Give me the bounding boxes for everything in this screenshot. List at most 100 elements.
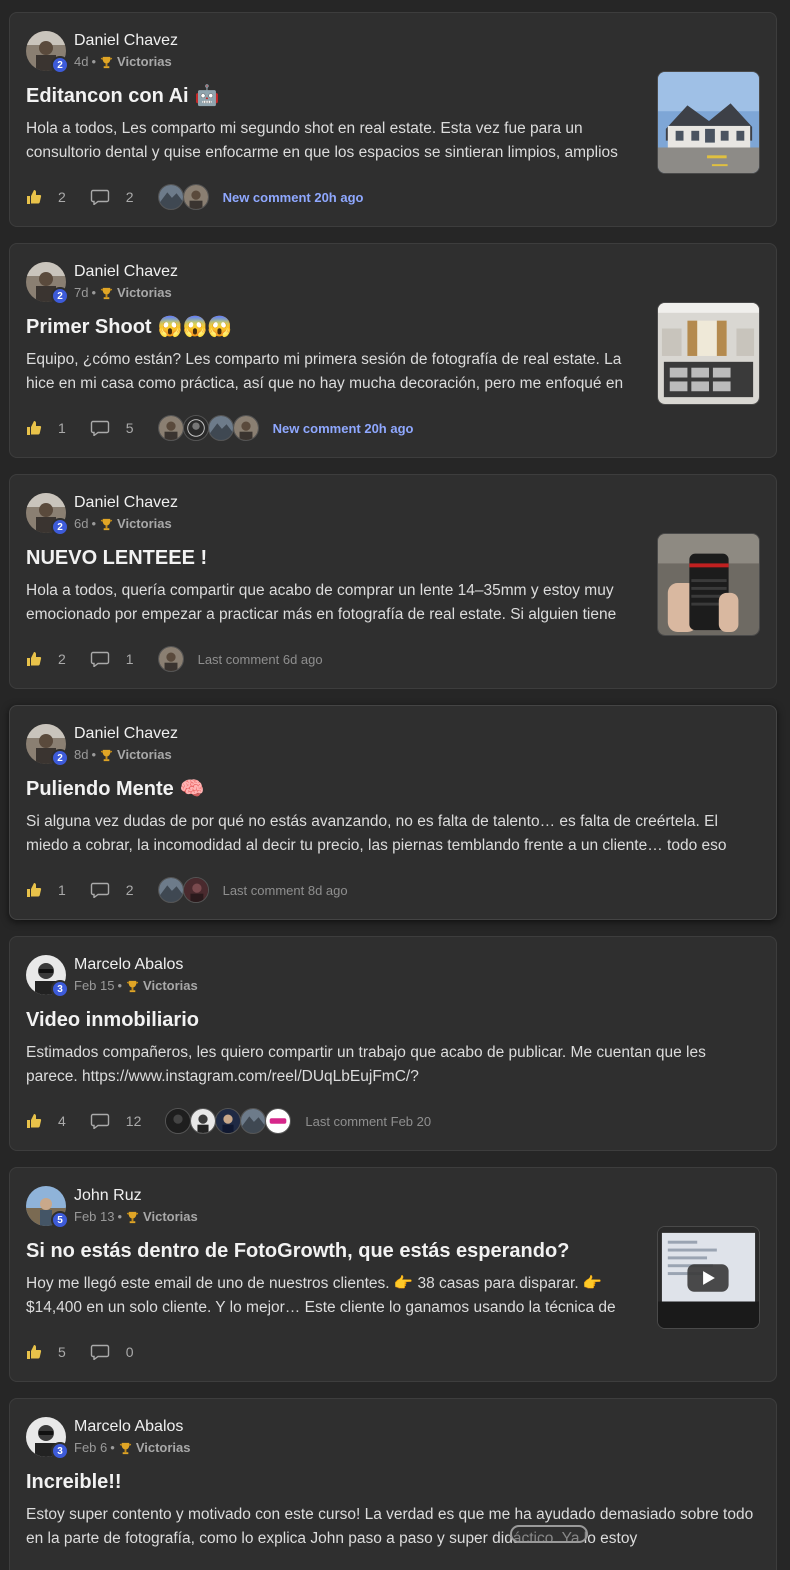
post-thumbnail-kitchen-interior[interactable]: [657, 302, 760, 405]
post-category[interactable]: Victorias: [136, 1440, 191, 1456]
commenter-avatar: [232, 415, 259, 441]
post-category[interactable]: Victorias: [143, 1209, 198, 1225]
post-age: 7d: [74, 285, 89, 300]
author-avatar[interactable]: 2: [26, 724, 69, 767]
post-title[interactable]: Puliendo Mente 🧠: [26, 777, 760, 801]
post-card[interactable]: 2 Daniel Chavez 4d • Victorias Editancon …: [9, 12, 777, 227]
commenter-avatar: [240, 1108, 267, 1134]
comment-count: 12: [125, 1113, 142, 1129]
post-card[interactable]: 3 Marcelo Abalos Feb 15 • Victorias Video…: [9, 936, 777, 1151]
post-age: Feb 6: [74, 1440, 108, 1455]
commenter-avatar: [157, 877, 184, 903]
post-meta: 7d • Victorias: [74, 285, 172, 301]
post-age: 4d: [74, 54, 89, 69]
post-footer: 5 0: [26, 1338, 158, 1366]
comment-count: 1: [125, 651, 134, 667]
commenter-avatar: [157, 646, 184, 672]
post-excerpt: Hola a todos, quería compartir que acabo…: [26, 582, 617, 623]
post-title[interactable]: Increible!!: [26, 1470, 760, 1494]
commenter-avatar: [165, 1108, 192, 1134]
scroll-indicator[interactable]: [510, 1525, 588, 1543]
like-button[interactable]: 1: [26, 420, 66, 436]
post-card[interactable]: 2 Daniel Chavez 8d • Victorias Puliendo M…: [9, 705, 777, 920]
post-footer: 1 2 Last comment 8d ago: [26, 876, 348, 904]
title-emoji: 😱😱😱: [157, 316, 233, 338]
thumbs-up-icon: [27, 1114, 42, 1128]
post-title-text: NUEVO LENTEEE !: [26, 547, 208, 569]
last-activity: Last comment Feb 20: [305, 1113, 432, 1129]
commenter-avatars[interactable]: [157, 877, 209, 903]
author-name[interactable]: Marcelo Abalos: [74, 956, 198, 974]
post-card[interactable]: 5 John Ruz Feb 13 • Victorias Si no estás…: [9, 1167, 777, 1382]
post-title[interactable]: Si no estás dentro de FotoGrowth, que es…: [26, 1239, 760, 1263]
author-name[interactable]: Daniel Chavez: [74, 725, 178, 743]
like-button[interactable]: 4: [26, 1113, 66, 1129]
like-button[interactable]: 2: [26, 189, 66, 205]
thumbs-up-icon: [27, 883, 42, 897]
post-title[interactable]: Video inmobiliario: [26, 1008, 760, 1032]
post-title[interactable]: Primer Shoot 😱😱😱: [26, 315, 760, 339]
like-count: 5: [58, 1344, 66, 1360]
post-title-text: Puliendo Mente: [26, 778, 174, 800]
last-activity: Last comment 8d ago: [222, 882, 348, 898]
post-footer: 2 2 New comment 20h ago: [26, 183, 363, 211]
author-name[interactable]: Daniel Chavez: [74, 32, 178, 50]
level-badge: 2: [51, 56, 69, 74]
like-button[interactable]: 5: [26, 1344, 66, 1360]
comment-count: 2: [125, 189, 134, 205]
post-category[interactable]: Victorias: [117, 516, 172, 532]
like-count: 2: [58, 651, 66, 667]
commenter-avatars[interactable]: [157, 646, 184, 672]
post-title[interactable]: Editancon con Ai 🤖: [26, 84, 760, 108]
post-title-text: Primer Shoot: [26, 316, 152, 338]
post-category[interactable]: Victorias: [143, 978, 198, 994]
commenter-avatars[interactable]: [157, 184, 209, 210]
commenter-avatar: [157, 184, 184, 210]
like-count: 1: [58, 882, 66, 898]
comment-bubble-icon: [90, 651, 109, 667]
comment-button[interactable]: 2: [90, 189, 134, 205]
like-button[interactable]: 1: [26, 882, 66, 898]
comment-bubble-icon: [90, 1113, 109, 1129]
level-badge: 5: [51, 1211, 69, 1229]
post-thumbnail-video-laptop[interactable]: [657, 1226, 760, 1329]
commenter-avatar: [182, 415, 209, 441]
post-meta: 4d • Victorias: [74, 54, 172, 70]
comment-button[interactable]: 1: [90, 651, 134, 667]
commenter-avatars[interactable]: [157, 415, 259, 441]
author-avatar[interactable]: 2: [26, 493, 69, 536]
author-avatar[interactable]: 3: [26, 1417, 69, 1460]
comment-bubble-icon: [90, 420, 109, 436]
post-meta: Feb 13 • Victorias: [74, 1209, 198, 1225]
commenter-avatars[interactable]: [165, 1108, 292, 1134]
level-badge: 3: [51, 1442, 69, 1460]
post-card[interactable]: 3 Marcelo Abalos Feb 6 • Victorias Increi…: [9, 1398, 777, 1570]
post-title[interactable]: NUEVO LENTEEE !: [26, 546, 760, 570]
level-badge: 2: [51, 749, 69, 767]
post-thumbnail-camera-lens[interactable]: [657, 533, 760, 636]
post-category[interactable]: Victorias: [117, 54, 172, 70]
post-thumbnail-house-exterior[interactable]: [657, 71, 760, 174]
level-badge: 3: [51, 980, 69, 998]
author-name[interactable]: John Ruz: [74, 1187, 198, 1205]
author-avatar[interactable]: 5: [26, 1186, 69, 1229]
commenter-avatar: [265, 1108, 292, 1134]
author-avatar[interactable]: 3: [26, 955, 69, 998]
comment-button[interactable]: 12: [90, 1113, 142, 1129]
author-name[interactable]: Daniel Chavez: [74, 494, 178, 512]
post-category[interactable]: Victorias: [117, 747, 172, 763]
comment-button[interactable]: 0: [90, 1344, 134, 1360]
comment-button[interactable]: 5: [90, 420, 134, 436]
author-name[interactable]: Daniel Chavez: [74, 263, 178, 281]
post-excerpt: Equipo, ¿cómo están? Les comparto mi pri…: [26, 351, 624, 392]
post-excerpt: Hoy me llegó este email de uno de nuestr…: [26, 1275, 616, 1316]
post-category[interactable]: Victorias: [117, 285, 172, 301]
author-avatar[interactable]: 2: [26, 262, 69, 305]
author-name[interactable]: Marcelo Abalos: [74, 1418, 191, 1436]
post-card[interactable]: 2 Daniel Chavez 6d • Victorias NUEVO LENT…: [9, 474, 777, 689]
author-avatar[interactable]: 2: [26, 31, 69, 74]
post-excerpt: Si alguna vez dudas de por qué no estás …: [26, 813, 727, 854]
like-button[interactable]: 2: [26, 651, 66, 667]
comment-button[interactable]: 2: [90, 882, 134, 898]
post-card[interactable]: 2 Daniel Chavez 7d • Victorias Primer Sho…: [9, 243, 777, 458]
